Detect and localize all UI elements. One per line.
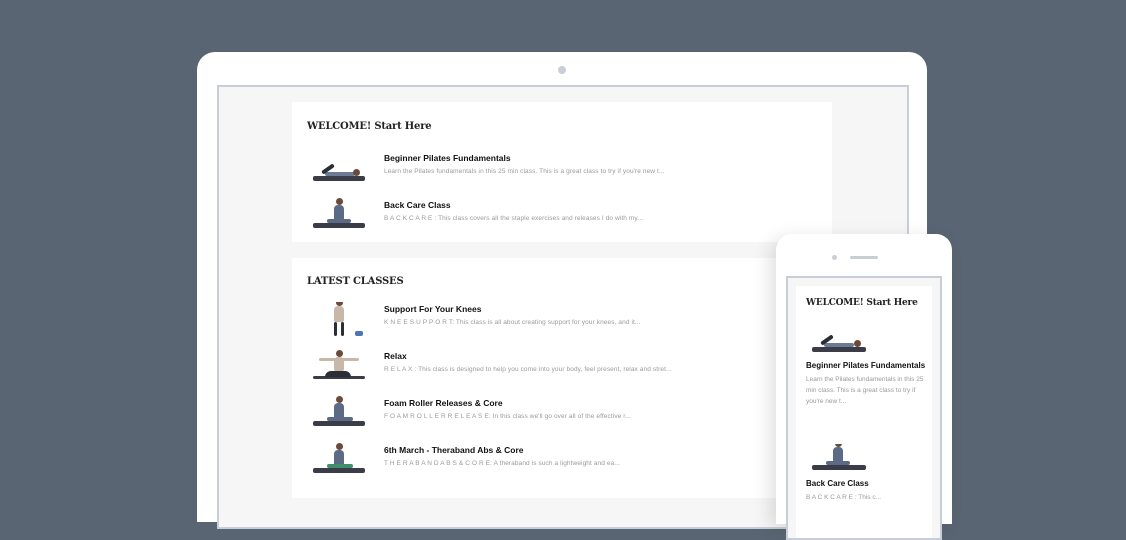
class-row[interactable]: Beginner Pilates Fundamentals Learn the … [307, 151, 827, 187]
class-thumbnail[interactable] [307, 443, 369, 477]
class-title[interactable]: Relax [384, 351, 407, 361]
phone-welcome-card: WELCOME! Start Here Beginner Pilates Fun… [796, 286, 932, 538]
phone-class-title[interactable]: Back Care Class [806, 478, 926, 490]
class-title[interactable]: 6th March - Theraband Abs & Core [384, 445, 523, 455]
class-title[interactable]: Beginner Pilates Fundamentals [384, 153, 511, 163]
class-thumbnail[interactable] [806, 326, 870, 356]
latest-title: LATEST CLASSES [307, 276, 404, 287]
class-description: B A C K C A R E : This class covers all … [384, 215, 644, 222]
phone-welcome-title: WELCOME! Start Here [806, 298, 918, 308]
class-thumbnail[interactable] [307, 302, 369, 336]
phone-frame: WELCOME! Start Here Beginner Pilates Fun… [776, 234, 952, 540]
class-description: K N E E S U P P O R T: This class is all… [384, 319, 641, 326]
class-description: T H E R A B A N D A B S & C O R E: A the… [384, 460, 621, 467]
class-description: F O A M R O L L E R R E L E A S E: In th… [384, 413, 631, 420]
phone-class-description: B A C K C A R E : This c... [806, 494, 882, 501]
phone-class-item[interactable]: Beginner Pilates Fundamentals Learn the … [806, 326, 926, 407]
class-title[interactable]: Foam Roller Releases & Core [384, 398, 503, 408]
phone-camera-dot [832, 255, 837, 260]
class-row[interactable]: Support For Your Knees K N E E S U P P O… [307, 302, 827, 338]
class-title[interactable]: Support For Your Knees [384, 304, 481, 314]
class-description: Learn the Pilates fundamentals in this 2… [384, 168, 665, 175]
class-thumbnail[interactable] [806, 444, 870, 474]
class-thumbnail[interactable] [307, 151, 369, 185]
camera-dot [558, 66, 566, 74]
class-description: R E L A X : This class is designed to he… [384, 366, 672, 373]
class-thumbnail[interactable] [307, 349, 369, 383]
class-thumbnail[interactable] [307, 198, 369, 232]
class-row[interactable]: 6th March - Theraband Abs & Core T H E R… [307, 443, 827, 479]
phone-class-item[interactable]: Back Care Class B A C K C A R E : This c… [806, 444, 926, 503]
welcome-card: WELCOME! Start Here Beginner Pilates Fun… [292, 102, 832, 242]
class-row[interactable]: Relax R E L A X : This class is designed… [307, 349, 827, 385]
class-title[interactable]: Back Care Class [384, 200, 451, 210]
phone-class-title[interactable]: Beginner Pilates Fundamentals [806, 360, 926, 372]
welcome-title: WELCOME! Start Here [307, 121, 432, 132]
latest-classes-card: LATEST CLASSES Support For Your Knees K … [292, 258, 832, 498]
phone-screen: WELCOME! Start Here Beginner Pilates Fun… [786, 276, 942, 540]
phone-class-description: Learn the Pilates fundamentals in this 2… [806, 376, 924, 405]
class-row[interactable]: Foam Roller Releases & Core F O A M R O … [307, 396, 827, 432]
class-row[interactable]: Back Care Class B A C K C A R E : This c… [307, 198, 827, 234]
class-thumbnail[interactable] [307, 396, 369, 430]
phone-speaker [850, 256, 878, 259]
